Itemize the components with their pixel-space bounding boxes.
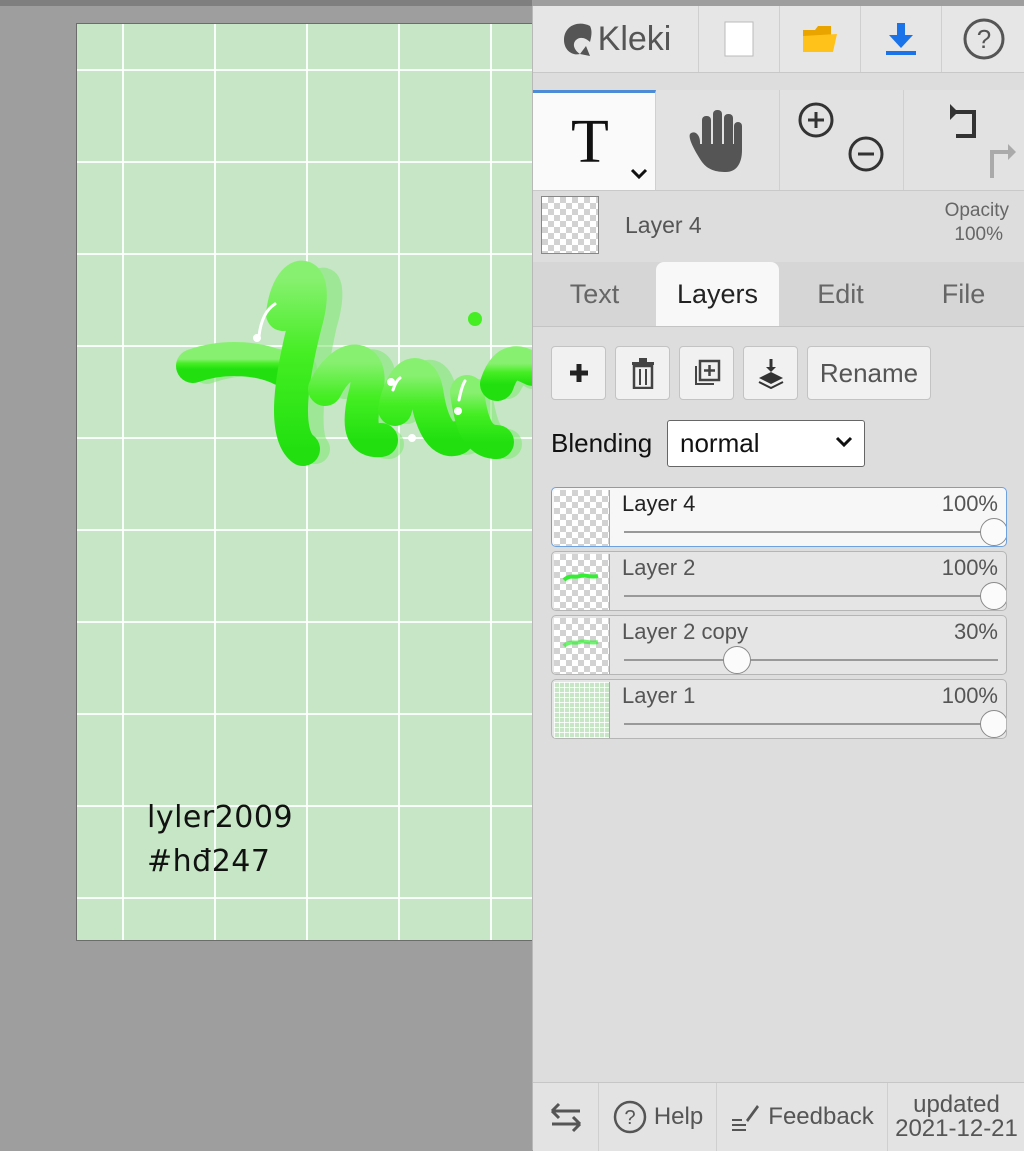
layer-thumbnail [554, 618, 610, 674]
layer-opacity-value: 100% [941, 491, 998, 516]
add-layer-icon [569, 364, 588, 382]
canvas-area[interactable]: lyler2009 #hđ247 [0, 0, 533, 1150]
layer-row-layer-2[interactable]: Layer 2 100% [551, 551, 1007, 611]
layer-thumbnail [554, 554, 610, 610]
zoom-out-icon[interactable] [848, 136, 884, 172]
layer-opacity-value: 100% [941, 683, 998, 708]
chevron-down-icon[interactable] [629, 167, 649, 181]
duplicate-layer-icon [694, 359, 720, 385]
current-layer-name: Layer 4 [625, 212, 702, 238]
add-layer-button[interactable] [551, 346, 606, 400]
layer-name: Layer 2 copy [622, 619, 748, 644]
tool-panel: Kleki ? T Layer 4 Opacity 100% Text Laye… [532, 6, 1024, 1151]
help-label: Help [653, 1103, 704, 1130]
help-button[interactable]: ? [942, 6, 1024, 72]
save-download-button[interactable] [861, 6, 942, 72]
layer-opacity-value: 30% [953, 619, 998, 644]
drawing-canvas[interactable]: lyler2009 #hđ247 [76, 23, 533, 941]
layer-row-layer-2-copy[interactable]: Layer 2 copy 30% [551, 615, 1007, 675]
hand-tool-button[interactable] [656, 90, 780, 190]
help-link[interactable]: ? Help [599, 1083, 717, 1151]
layer-opacity-slider[interactable] [980, 710, 1006, 738]
current-layer-info: Layer 4 Opacity 100% [533, 190, 1024, 260]
layer-thumbnail-art [562, 573, 599, 582]
layer-row-layer-1[interactable]: Layer 1 100% [551, 679, 1007, 739]
blending-label: Blending [551, 428, 653, 458]
layer-opacity-slider[interactable] [980, 518, 1006, 546]
swap-side-button[interactable] [533, 1083, 599, 1151]
layer-opacity-slider[interactable] [722, 646, 751, 674]
opacity-value: 100% [954, 224, 1003, 245]
text-tool-button[interactable]: T [533, 90, 656, 190]
tool-row: T [533, 90, 1024, 191]
layer-thumbnail [554, 682, 610, 738]
layer-opacity-slider[interactable] [980, 582, 1006, 610]
opacity-label: Opacity [944, 200, 1009, 221]
layer-name: Layer 4 [622, 491, 696, 516]
lettering-artwork [176, 260, 533, 466]
text-tool-icon: T [571, 108, 609, 176]
zoom-in-icon[interactable] [798, 102, 834, 138]
duplicate-layer-button[interactable] [679, 346, 734, 400]
svg-text:?: ? [624, 1107, 635, 1129]
undo-redo-icons [950, 104, 1016, 178]
layer-thumbnail [554, 490, 610, 546]
tab-file[interactable]: File [902, 262, 1024, 326]
layer-name: Layer 1 [622, 683, 696, 708]
new-image-button[interactable] [699, 6, 780, 72]
panel-tabs: Text Layers Edit File [533, 262, 1024, 327]
bottom-bar: ? Help Feedback updated 2021-12-21 [533, 1082, 1024, 1151]
blending-select[interactable]: normal [667, 420, 865, 467]
redo-icon[interactable] [990, 144, 1016, 178]
merge-layer-button[interactable] [743, 346, 798, 400]
download-icon [886, 23, 916, 55]
open-folder-icon [803, 26, 837, 52]
feedback-pen-icon [732, 1105, 760, 1131]
help-icon: ? [613, 1100, 647, 1134]
open-button[interactable] [780, 6, 861, 72]
tab-edit[interactable]: Edit [779, 262, 902, 326]
feedback-label: Feedback [768, 1103, 874, 1130]
blending-value: normal [680, 428, 760, 458]
kleki-logo[interactable]: Kleki [533, 6, 699, 72]
layer-row-layer-4[interactable]: Layer 4 100% [551, 487, 1007, 547]
feedback-link[interactable]: Feedback [717, 1083, 888, 1151]
layer-list: Layer 4 100% Layer 2 100% Layer 2 copy 3… [551, 487, 1007, 743]
layer-action-buttons: Rename [551, 346, 931, 402]
layer-name: Layer 2 [622, 555, 696, 580]
rename-layer-button[interactable]: Rename [807, 346, 931, 400]
svg-text:?: ? [976, 24, 990, 54]
kleki-logo-icon [563, 23, 592, 56]
chevron-down-icon [835, 436, 853, 448]
layer-opacity-value: 100% [941, 555, 998, 580]
signature-line-1: lyler2009 [147, 800, 294, 835]
help-icon: ? [963, 18, 1004, 60]
updated-label: updated [913, 1091, 1000, 1118]
layer-opacity-track[interactable] [624, 723, 998, 725]
layer-opacity-track[interactable] [624, 595, 998, 597]
swap-arrows-icon [550, 1102, 581, 1133]
delete-layer-icon [631, 358, 654, 389]
tab-layers[interactable]: Layers [656, 262, 779, 326]
hand-icon [689, 110, 742, 172]
updated-date: 2021-12-21 [895, 1115, 1018, 1142]
undo-icon[interactable] [950, 104, 976, 138]
layer-thumbnail-art [562, 639, 599, 648]
top-toolbar: Kleki ? [533, 6, 1024, 73]
zoom-icons [798, 102, 884, 172]
merge-down-icon [758, 359, 783, 389]
delete-layer-button[interactable] [615, 346, 670, 400]
current-layer-thumbnail [541, 196, 599, 254]
signature-line-2: #hđ247 [147, 844, 271, 879]
new-page-icon [724, 21, 754, 57]
tab-text[interactable]: Text [533, 262, 656, 326]
layer-opacity-track[interactable] [624, 659, 998, 661]
undo-redo-buttons [904, 90, 1024, 190]
zoom-buttons [780, 90, 904, 190]
app-name: Kleki [597, 19, 672, 58]
updated-info[interactable]: updated 2021-12-21 [888, 1083, 1024, 1151]
layer-opacity-track[interactable] [624, 531, 998, 533]
